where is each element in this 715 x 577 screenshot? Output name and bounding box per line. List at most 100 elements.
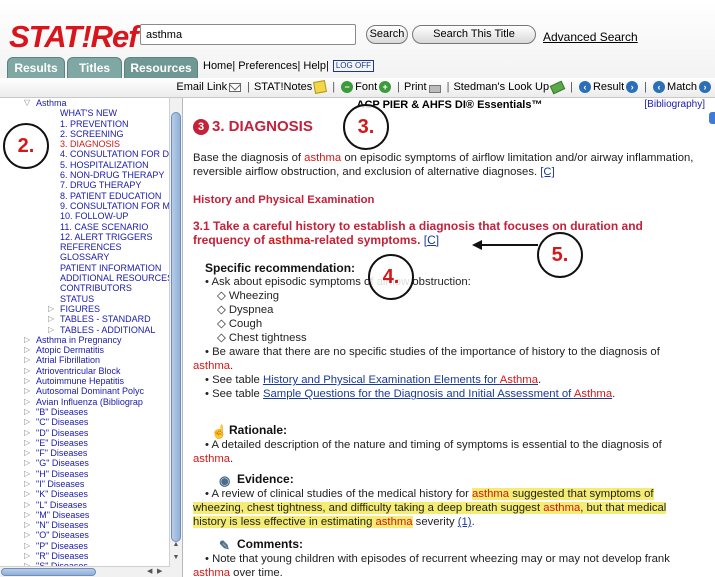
toc-item[interactable]: ▽ Asthma (0, 98, 170, 108)
collapse-arrow-icon[interactable]: ▷ (48, 304, 54, 314)
tab-resources[interactable]: Resources (124, 57, 198, 78)
toc-item[interactable]: ▷ Atopic Dermatitis (0, 345, 170, 355)
toc-item[interactable]: PATIENT INFORMATION (0, 263, 170, 273)
toc-item[interactable]: REFERENCES (0, 242, 170, 252)
email-link-button[interactable]: Email Link (176, 81, 243, 93)
evidence-grade-link[interactable]: [C] (424, 233, 439, 247)
preferences-link[interactable]: Preferences| (238, 60, 300, 72)
plus-icon[interactable]: + (379, 81, 392, 93)
previous-result-icon[interactable]: ‹ (578, 81, 591, 93)
toc-item[interactable]: ▷ "K" Diseases (0, 489, 170, 499)
evidence-grade-link[interactable]: [C] (540, 166, 554, 178)
minus-icon[interactable]: − (341, 81, 354, 93)
statnotes-button[interactable]: STAT!Notes (254, 80, 328, 94)
toc-item[interactable]: 8. PATIENT EDUCATION (0, 191, 170, 201)
collapse-arrow-icon[interactable]: ▷ (24, 479, 30, 489)
toc-item[interactable]: 6. NON-DRUG THERAPY (0, 170, 170, 180)
toc-item[interactable]: ADDITIONAL RESOURCES (0, 273, 173, 283)
collapse-arrow-icon[interactable]: ▷ (24, 417, 30, 427)
toc-item[interactable]: ▷ "I" Diseases (0, 479, 170, 489)
collapse-arrow-icon[interactable]: ▷ (24, 335, 30, 345)
result-nav[interactable]: ‹ Result › (577, 81, 640, 93)
stedmans-lookup-button[interactable]: Stedman's Look Up (453, 80, 566, 94)
toc-item[interactable]: ▷ "B" Diseases (0, 407, 170, 417)
tab-results[interactable]: Results (7, 57, 65, 78)
toc-item[interactable]: ▷ "D" Diseases (0, 428, 170, 438)
document-scroll-indicator[interactable] (709, 112, 715, 124)
toc-item[interactable]: ▷ "H" Diseases (0, 469, 170, 479)
bibliography-link[interactable]: [Bibliography] (644, 98, 705, 112)
toc-item[interactable]: ▷ TABLES - STANDARD (0, 314, 170, 324)
toc-item[interactable]: ▷ Atrial Fibrillation (0, 355, 170, 365)
toc-item[interactable]: 11. CASE SCENARIO (0, 222, 170, 232)
collapse-arrow-icon[interactable]: ▷ (24, 355, 30, 365)
collapse-arrow-icon[interactable]: ▷ (24, 345, 30, 355)
sidebar-vertical-scrollbar[interactable]: ▲ ▼ (169, 98, 182, 577)
logoff-button[interactable]: LOG OFF (332, 60, 374, 72)
toc-item[interactable]: ▷ TABLES - ADDITIONAL (0, 325, 170, 335)
toc-item[interactable]: ▷ Autoimmune Hepatitis (0, 376, 170, 386)
toc-item[interactable]: ▷ Asthma in Pregnancy (0, 335, 170, 345)
expand-arrow-icon[interactable]: ▽ (24, 98, 30, 108)
toc-item[interactable]: ▷ "E" Diseases (0, 438, 170, 448)
collapse-arrow-icon[interactable]: ▷ (24, 551, 30, 561)
collapse-arrow-icon[interactable]: ▷ (24, 376, 30, 386)
scroll-left-icon[interactable]: ◀ (147, 567, 152, 577)
collapse-arrow-icon[interactable]: ▷ (24, 510, 30, 520)
statref-logo[interactable]: STAT!Ref (9, 19, 139, 55)
sidebar-hscroll-thumb[interactable] (1, 568, 96, 576)
toc-item[interactable]: ▷ Atrioventricular Block (0, 366, 170, 376)
toc-item[interactable]: CONTRIBUTORS (0, 283, 170, 293)
print-button[interactable]: Print (404, 81, 443, 93)
collapse-arrow-icon[interactable]: ▷ (24, 530, 30, 540)
collapse-arrow-icon[interactable]: ▷ (24, 489, 30, 499)
toc-item[interactable]: 9. CONSULTATION FOR M (0, 201, 170, 211)
next-result-icon[interactable]: › (626, 81, 639, 93)
toc-item[interactable]: ▷ "P" Diseases (0, 541, 170, 551)
table-link[interactable]: History and Physical Examination Element… (263, 374, 538, 386)
toc-item[interactable]: ▷ "G" Diseases (0, 458, 170, 468)
collapse-arrow-icon[interactable]: ▷ (24, 469, 30, 479)
collapse-arrow-icon[interactable]: ▷ (24, 428, 30, 438)
font-button[interactable]: − Font + (339, 81, 393, 93)
collapse-arrow-icon[interactable]: ▷ (24, 520, 30, 530)
sidebar-scroll-thumb[interactable] (171, 112, 181, 542)
tab-titles[interactable]: Titles (67, 57, 122, 78)
toc-item[interactable]: WHAT'S NEW (0, 108, 170, 118)
toc-item[interactable]: 10. FOLLOW-UP (0, 211, 170, 221)
toc-item[interactable]: 7. DRUG THERAPY (0, 180, 170, 190)
reference-link[interactable]: (1) (458, 516, 472, 528)
toc-item[interactable]: ▷ "M" Diseases (0, 510, 170, 520)
collapse-arrow-icon[interactable]: ▷ (24, 448, 30, 458)
collapse-arrow-icon[interactable]: ▷ (24, 500, 30, 510)
collapse-arrow-icon[interactable]: ▷ (48, 325, 54, 335)
scroll-down-icon[interactable]: ▼ (170, 553, 182, 563)
toc-item[interactable]: ▷ Avian Influenza (Bibliograp (0, 397, 170, 407)
toc-item[interactable]: ▷ Autosomal Dominant Polyc (0, 386, 170, 396)
toc-item[interactable]: 12. ALERT TRIGGERS (0, 232, 170, 242)
toc-item[interactable]: ▷ "N" Diseases (0, 520, 170, 530)
search-this-title-button[interactable]: Search This Title (412, 25, 536, 44)
previous-match-icon[interactable]: ‹ (653, 81, 666, 93)
collapse-arrow-icon[interactable]: ▷ (24, 438, 30, 448)
collapse-arrow-icon[interactable]: ▷ (48, 314, 54, 324)
collapse-arrow-icon[interactable]: ▷ (24, 407, 30, 417)
next-match-icon[interactable]: › (699, 81, 711, 93)
sidebar-horizontal-scrollbar[interactable]: ◀ ▶ (0, 566, 170, 577)
toc-item[interactable]: ▷ "F" Diseases (0, 448, 170, 458)
scroll-up-icon[interactable]: ▲ (170, 540, 182, 550)
collapse-arrow-icon[interactable]: ▷ (24, 397, 30, 407)
toc-item[interactable]: ▷ "C" Diseases (0, 417, 170, 427)
toc-item[interactable]: ▷ "R" Diseases (0, 551, 170, 561)
toc-item[interactable]: ▷ "O" Diseases (0, 530, 170, 540)
scroll-right-icon[interactable]: ▶ (157, 567, 162, 577)
toc-item[interactable]: ▷ FIGURES (0, 304, 170, 314)
search-button[interactable]: Search (366, 25, 408, 44)
toc-item[interactable]: STATUS (0, 294, 170, 304)
toc-item[interactable]: ▷ "L" Diseases (0, 500, 170, 510)
home-link[interactable]: Home| (203, 60, 235, 72)
help-link[interactable]: Help| (303, 60, 328, 72)
table-link[interactable]: Sample Questions for the Diagnosis and I… (263, 388, 612, 400)
match-nav[interactable]: ‹ Match › (651, 81, 713, 93)
collapse-arrow-icon[interactable]: ▷ (24, 366, 30, 376)
